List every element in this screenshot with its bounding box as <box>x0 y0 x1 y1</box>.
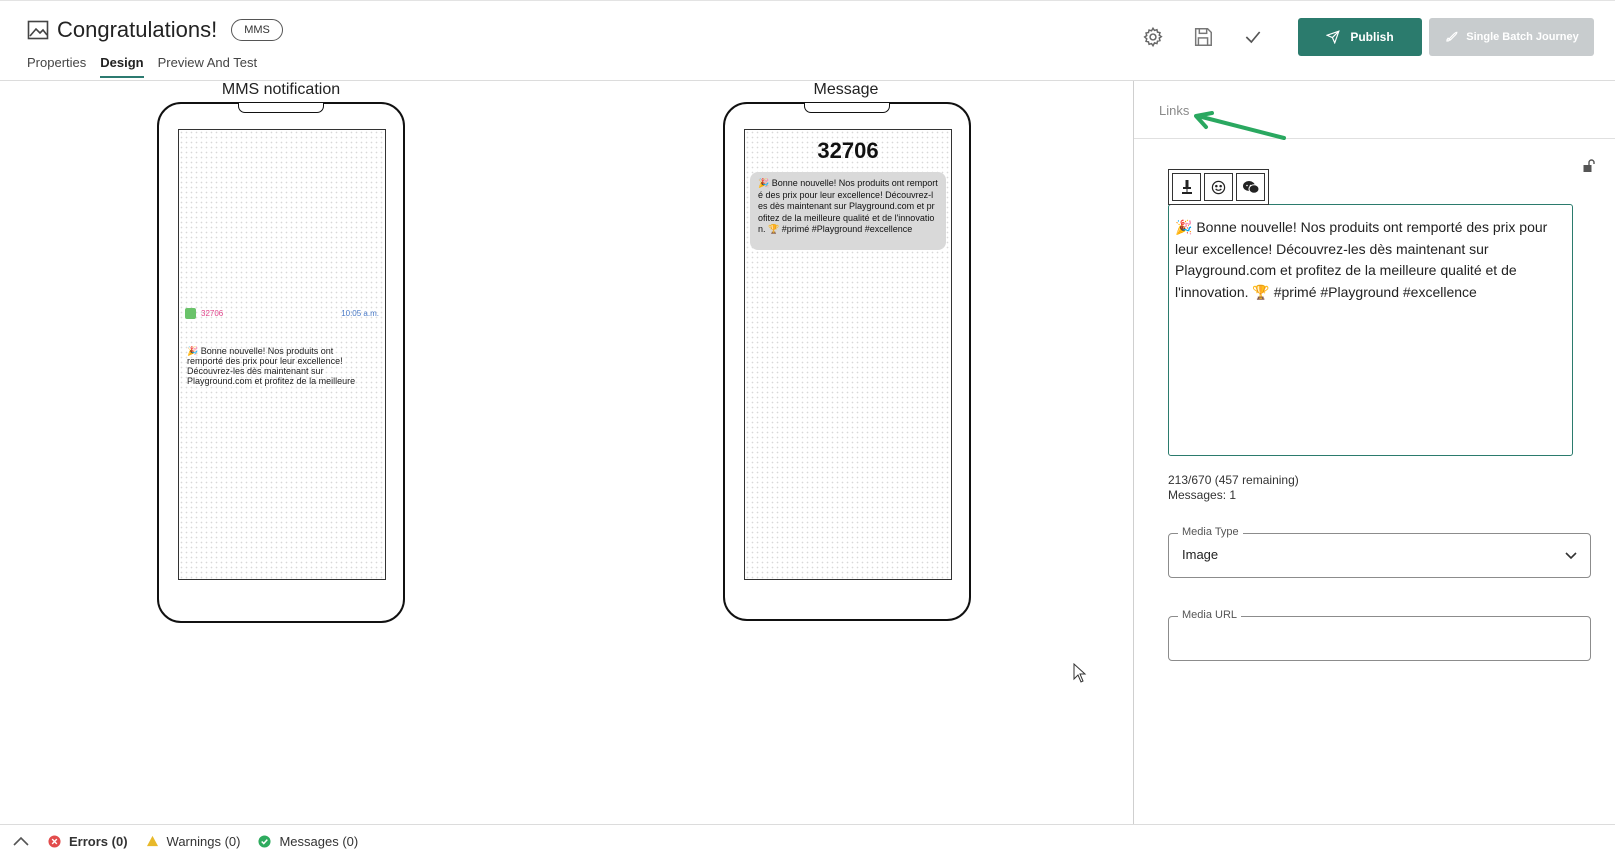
publish-button[interactable]: Publish <box>1298 18 1422 56</box>
errors-label: Errors (0) <box>69 833 128 849</box>
message-label: Message <box>813 81 879 98</box>
chat-bubbles-icon <box>1242 180 1259 194</box>
expand-toggle[interactable] <box>12 835 30 847</box>
warning-icon <box>146 835 158 847</box>
check-icon[interactable] <box>1240 24 1266 50</box>
messages-label: Messages (0) <box>279 833 359 849</box>
tabs: Properties Design Preview And Test <box>27 55 257 78</box>
notification-phone: 32706 10:05 a.m. 🎉 Bonne nouvelle! Nos p… <box>157 102 405 623</box>
title-row: Congratulations! MMS <box>27 17 283 43</box>
warnings-indicator[interactable]: Warnings (0) <box>146 833 241 849</box>
notification-time: 10:05 a.m. <box>341 309 379 318</box>
media-type-value: Image <box>1182 547 1219 562</box>
media-type-select[interactable]: Media Type Image <box>1168 526 1591 578</box>
mouse-cursor-icon <box>1073 663 1087 683</box>
mms-notification-label: MMS notification <box>221 81 341 98</box>
preview-area: MMS notification 32706 10:05 a.m. 🎉 Bonn… <box>0 81 1133 824</box>
links-row: Links <box>1134 81 1615 140</box>
success-icon <box>258 834 272 848</box>
characters-remaining: 213/670 (457 remaining) <box>1168 473 1299 487</box>
message-phone: 32706 🎉 Bonne nouvelle! Nos produits ont… <box>723 102 971 621</box>
messages-app-icon <box>185 308 196 319</box>
single-batch-journey-label: Single Batch Journey <box>1466 31 1579 43</box>
messages-indicator[interactable]: Messages (0) <box>258 834 358 849</box>
page-title: Congratulations! <box>57 17 218 42</box>
header: Congratulations! MMS Properties Design P… <box>0 0 1615 81</box>
gear-icon[interactable] <box>1140 24 1166 50</box>
errors-indicator[interactable]: Errors (0) <box>48 834 128 849</box>
chevron-down-icon <box>1565 552 1577 560</box>
media-url-label: Media URL <box>1178 609 1242 621</box>
single-batch-journey-button[interactable]: Single Batch Journey <box>1429 18 1594 56</box>
phone-notch <box>238 103 324 113</box>
chevron-up-icon <box>13 836 29 846</box>
links-tab[interactable]: Links <box>1159 103 1189 118</box>
annotation-arrow-icon <box>1194 111 1286 140</box>
unlock-icon[interactable] <box>1582 159 1596 173</box>
image-icon <box>27 20 49 40</box>
error-icon <box>48 834 61 848</box>
send-icon <box>1326 30 1341 44</box>
channel-badge: MMS <box>231 19 283 41</box>
message-bubble: 🎉 Bonne nouvelle! Nos produits ont rempo… <box>750 172 946 250</box>
message-screen: 32706 🎉 Bonne nouvelle! Nos produits ont… <box>744 129 952 580</box>
sender-number: 32706 <box>817 138 879 163</box>
phone-notch <box>804 103 890 113</box>
character-counter: 213/670 (457 remaining) Messages: 1 <box>1168 473 1299 503</box>
message-count: Messages: 1 <box>1168 488 1237 502</box>
personalize-button[interactable] <box>1172 173 1201 201</box>
tab-properties[interactable]: Properties <box>27 55 86 78</box>
status-bar: Errors (0) Warnings (0) Messages (0) <box>0 824 1615 857</box>
message-content-editor[interactable]: 🎉 Bonne nouvelle! Nos produits ont rempo… <box>1168 204 1573 456</box>
properties-panel: Links 🎉 Bonne nouvelle! Nos produits ont… <box>1134 81 1615 824</box>
publish-label: Publish <box>1350 30 1394 44</box>
media-url-field[interactable]: Media URL <box>1168 609 1591 661</box>
tab-preview-and-test[interactable]: Preview And Test <box>158 55 257 78</box>
save-icon[interactable] <box>1190 24 1216 50</box>
emoji-button[interactable] <box>1204 173 1233 201</box>
notification-header: 32706 10:05 a.m. <box>185 308 379 319</box>
editor-toolbar <box>1168 169 1269 205</box>
toolbar: Publish Single Batch Journey <box>1140 17 1615 57</box>
rocket-icon <box>1446 31 1458 42</box>
smiley-icon <box>1211 180 1226 194</box>
notification-sender: 32706 <box>201 309 224 318</box>
tab-design[interactable]: Design <box>100 55 144 78</box>
notification-body: 🎉 Bonne nouvelle! Nos produits ont rempo… <box>187 346 356 386</box>
notification-screen: 32706 10:05 a.m. 🎉 Bonne nouvelle! Nos p… <box>178 129 386 580</box>
warnings-label: Warnings (0) <box>166 833 241 849</box>
chat-button[interactable] <box>1236 173 1265 201</box>
person-pin-icon <box>1181 180 1192 194</box>
media-type-label: Media Type <box>1178 526 1243 538</box>
